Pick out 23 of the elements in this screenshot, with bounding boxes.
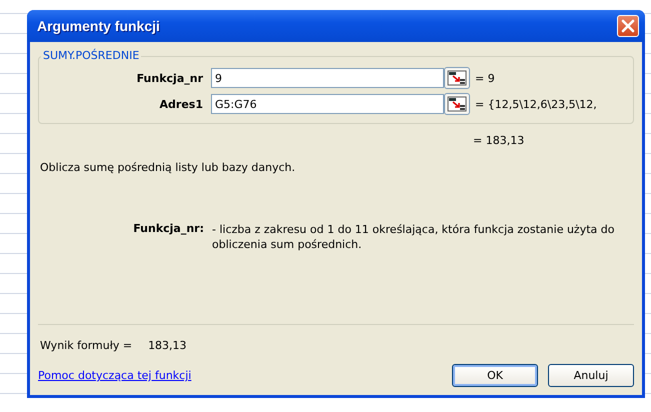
help-link[interactable]: Pomoc dotycząca tej funkcji bbox=[38, 369, 192, 382]
range-select-icon bbox=[447, 96, 467, 112]
range-select-icon bbox=[447, 70, 467, 86]
collapse-dialog-button[interactable] bbox=[444, 93, 470, 115]
input-field[interactable]: G5:G76 bbox=[211, 94, 444, 114]
dialog-button[interactable]: Anuluj bbox=[548, 364, 634, 387]
function-name: SUMY.POŚREDNIE bbox=[41, 49, 142, 62]
input-field[interactable]: 9 bbox=[211, 68, 444, 88]
formula-result-label: Wynik formuły = bbox=[40, 339, 132, 352]
argument-help-text: - liczba z zakresu od 1 do 11 określająca, która funkcja zostanie użyta do obliczenia sum pośrednich. bbox=[212, 222, 616, 252]
close-button[interactable] bbox=[617, 15, 639, 37]
formula-result-value: 183,13 bbox=[148, 339, 187, 352]
argument-label: Adres1 bbox=[158, 98, 204, 110]
function-description: Oblicza sumę pośrednią listy lub bazy danych. bbox=[39, 161, 296, 174]
argument-result: = {12,5\12,6\23,5\12, bbox=[475, 98, 597, 110]
dialog-button[interactable]: OK bbox=[452, 364, 538, 387]
argument-help-label: Funkcja_nr: bbox=[132, 222, 205, 237]
argument-result: = 9 bbox=[475, 72, 495, 84]
close-icon bbox=[621, 19, 635, 33]
argument-label: Funkcja_nr bbox=[136, 72, 204, 84]
collapse-dialog-button[interactable] bbox=[444, 67, 470, 89]
window-title: Argumenty funkcji bbox=[37, 18, 160, 34]
total-result: = 183,13 bbox=[473, 134, 524, 147]
